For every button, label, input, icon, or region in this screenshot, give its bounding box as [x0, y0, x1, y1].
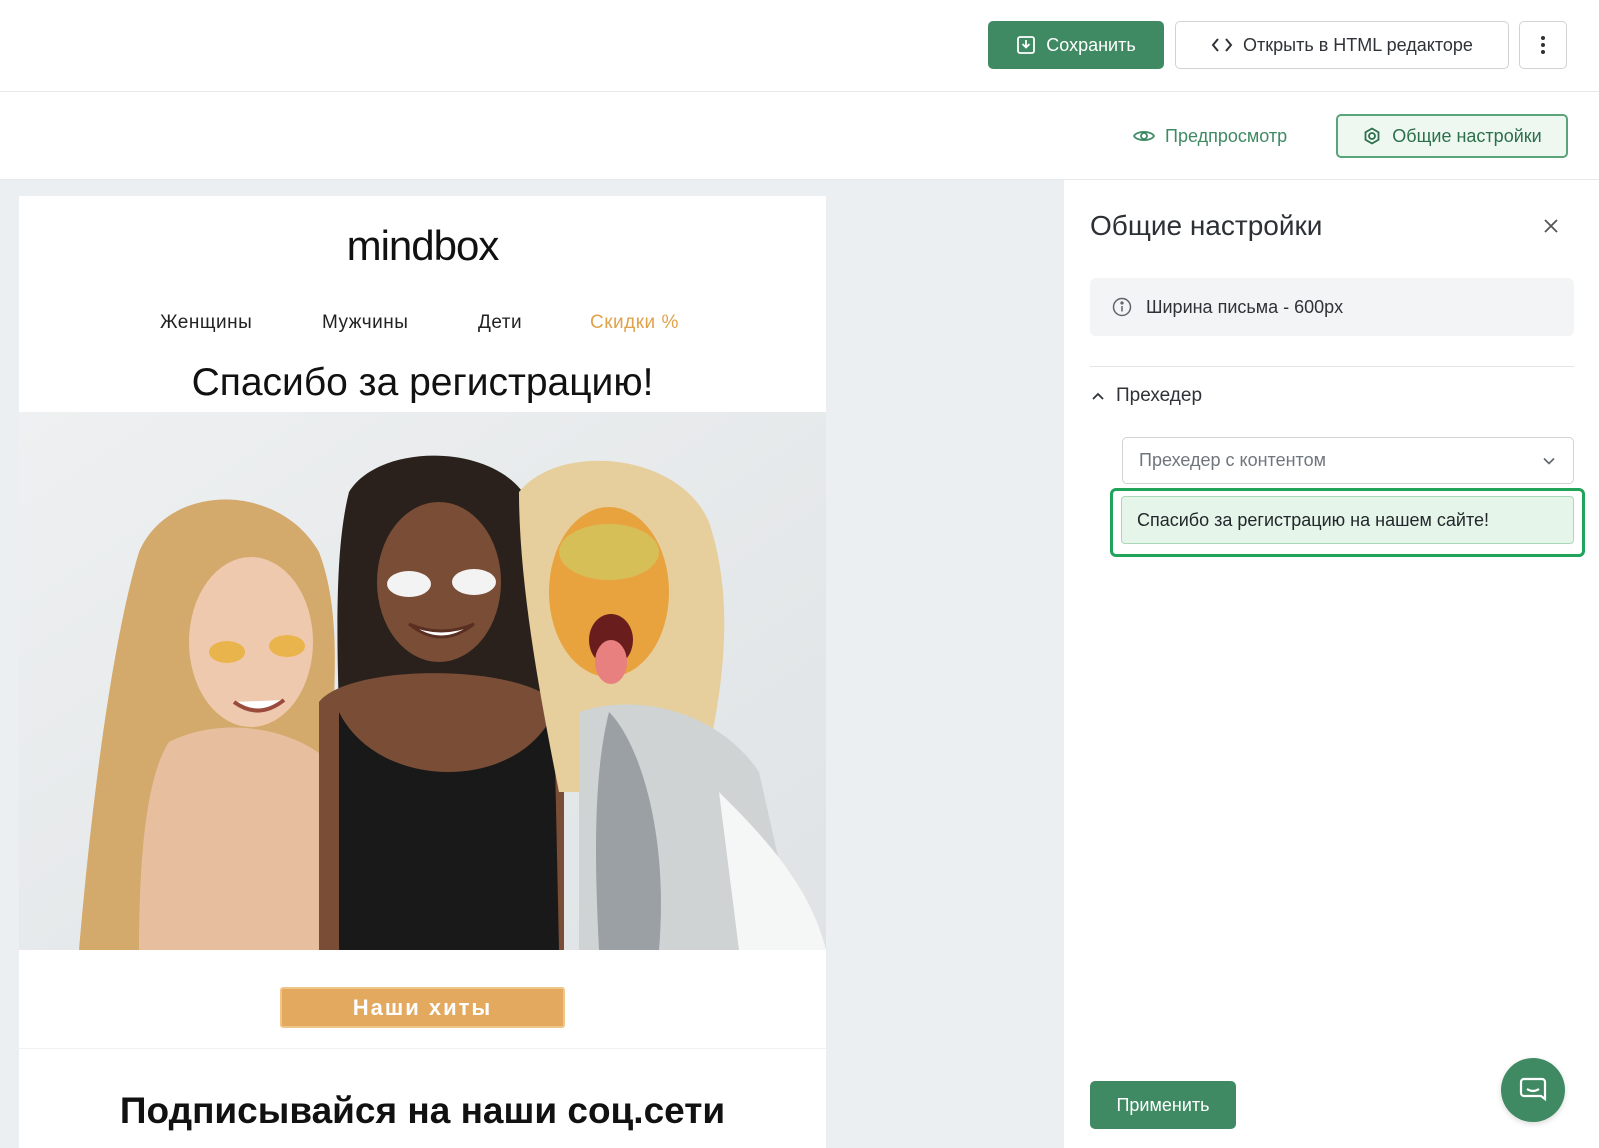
email-block-divider: [19, 1048, 826, 1049]
preheader-section-toggle[interactable]: Прехедер: [1092, 385, 1202, 407]
save-icon: [1016, 35, 1036, 55]
eye-icon: [1133, 128, 1155, 144]
email-nav-women[interactable]: Женщины: [160, 312, 252, 334]
code-icon: [1211, 37, 1233, 53]
save-button[interactable]: Сохранить: [988, 21, 1164, 69]
general-settings-label: Общие настройки: [1392, 125, 1542, 146]
email-nav-men[interactable]: Мужчины: [322, 312, 408, 334]
preview-label: Предпросмотр: [1165, 125, 1288, 146]
info-icon: [1112, 297, 1132, 317]
chevron-down-icon: [1543, 457, 1555, 465]
email-nav-sale[interactable]: Скидки %: [590, 312, 679, 334]
kebab-vertical-icon: [1540, 35, 1546, 55]
social-heading: Подписывайся на наши соц.сети: [119, 1090, 726, 1131]
email-logo: mindbox: [346, 222, 500, 269]
close-icon: [1544, 219, 1558, 233]
save-label: Сохранить: [1046, 34, 1136, 55]
chat-icon: [1518, 1075, 1548, 1105]
preview-link[interactable]: Предпросмотр: [1133, 115, 1287, 157]
apply-button[interactable]: Применить: [1090, 1081, 1236, 1129]
email-headline: Спасибо за регистрацию!: [191, 361, 654, 404]
general-settings-button[interactable]: Общие настройки: [1336, 114, 1568, 158]
preheader-type-select[interactable]: Прехедер с контентом: [1122, 437, 1574, 484]
more-options-button[interactable]: [1519, 21, 1567, 69]
preheader-text-input[interactable]: Спасибо за регистрацию на нашем сайте!: [1121, 496, 1574, 544]
email-width-info: Ширина письма - 600px: [1090, 278, 1574, 336]
chevron-up-icon: [1092, 392, 1104, 400]
preheader-section-label: Прехедер: [1116, 385, 1203, 406]
html-editor-label: Открыть в HTML редакторе: [1243, 34, 1473, 55]
support-chat-button[interactable]: [1501, 1058, 1565, 1122]
email-width-text: Ширина письма - 600px: [1146, 296, 1344, 317]
email-nav-kids[interactable]: Дети: [478, 312, 522, 334]
preheader-type-value: Прехедер с контентом: [1139, 450, 1326, 470]
panel-divider: [1090, 366, 1574, 367]
panel-title: Общие настройки: [1090, 210, 1323, 241]
gear-icon: [1362, 126, 1382, 146]
close-panel-button[interactable]: [1538, 213, 1564, 239]
hero-image: [19, 412, 826, 950]
open-html-editor-button[interactable]: Открыть в HTML редакторе: [1175, 21, 1509, 69]
our-hits-button[interactable]: Наши хиты: [280, 987, 565, 1028]
